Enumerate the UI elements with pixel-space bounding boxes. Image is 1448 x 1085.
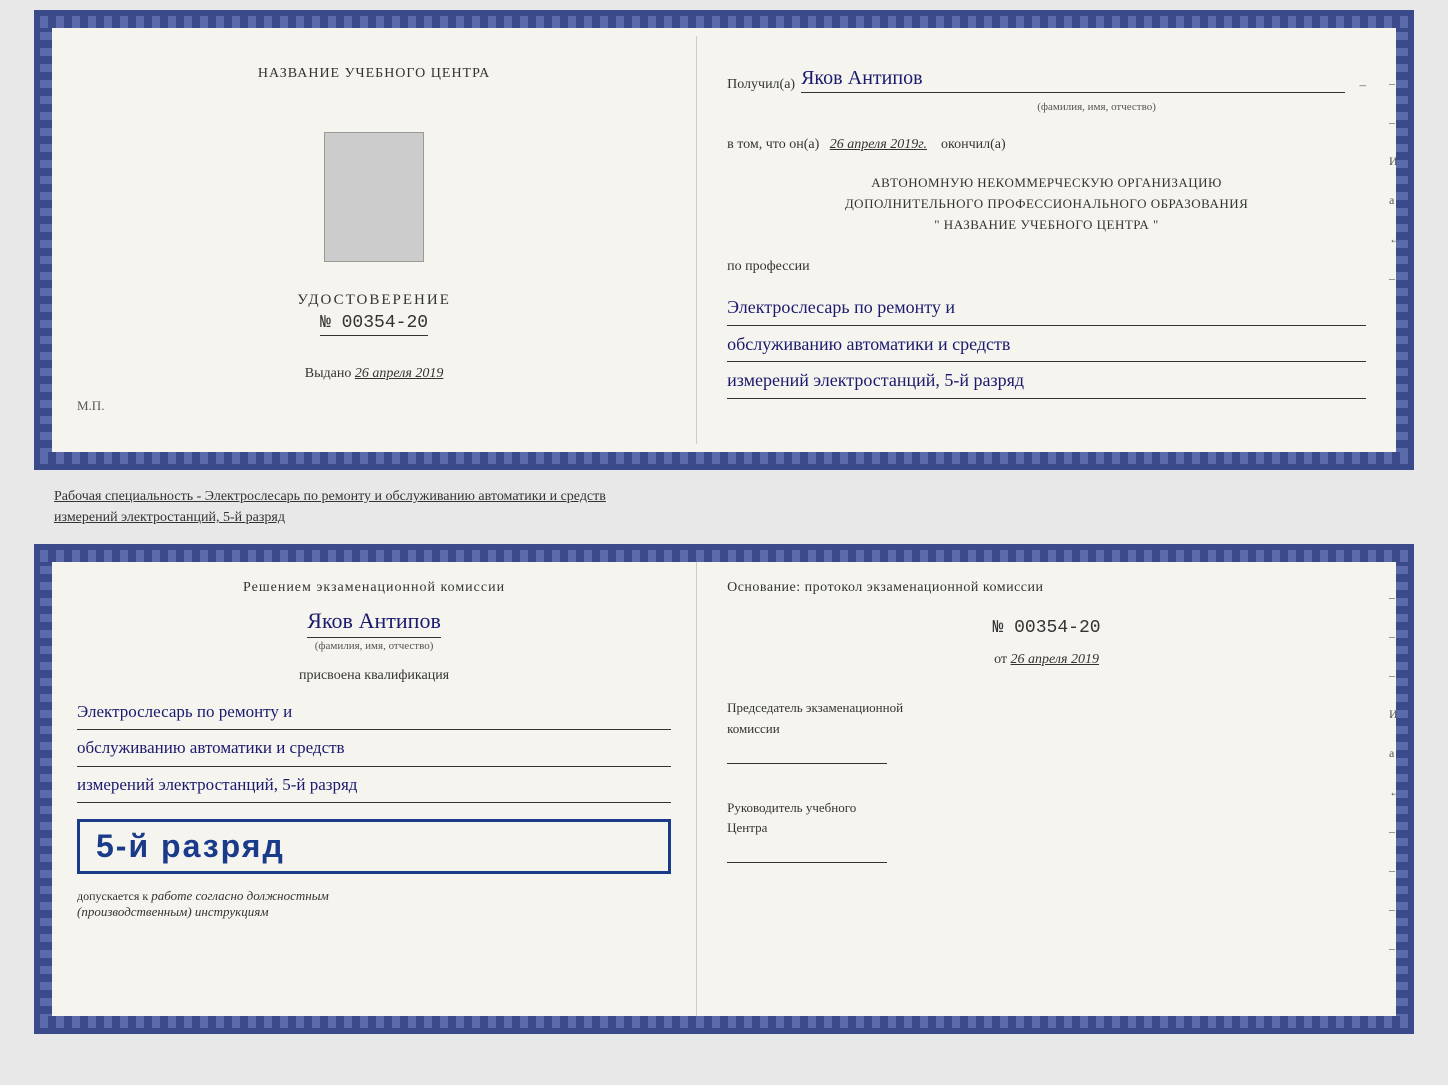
org-line2: ДОПОЛНИТЕЛЬНОГО ПРОФЕССИОНАЛЬНОГО ОБРАЗО…: [727, 194, 1366, 215]
profession-line2: обслуживанию автоматики и средств: [727, 328, 1366, 362]
bottom-name: Яков Антипов: [307, 608, 441, 638]
left-stripe-bottom: [40, 550, 52, 1028]
ot-label: от: [994, 652, 1007, 667]
okonchil-label: окончил(а): [941, 137, 1006, 152]
org-line3: " НАЗВАНИЕ УЧЕБНОГО ЦЕНТРА ": [727, 215, 1366, 236]
predsedatel-title: Председатель экзаменационной: [727, 698, 1366, 719]
cert-bottom: Решением экзаменационной комиссии Яков А…: [34, 544, 1414, 1034]
predsedatel-block: Председатель экзаменационной комиссии: [727, 698, 1366, 768]
rukovoditel-subtitle: Центра: [727, 818, 1366, 839]
side-labels-top: – – И а ← –: [1389, 76, 1401, 286]
resheniem-text: Решением экзаменационной комиссии: [77, 580, 671, 596]
cert-top: НАЗВАНИЕ УЧЕБНОГО ЦЕНТРА УДОСТОВЕРЕНИЕ №…: [34, 10, 1414, 470]
rukovoditel-block: Руководитель учебного Центра: [727, 798, 1366, 868]
profession-line1: Электрослесарь по ремонту и: [727, 291, 1366, 325]
rukovoditel-title: Руководитель учебного: [727, 798, 1366, 819]
side-labels-bottom: – – – И а ← – – – –: [1389, 590, 1401, 956]
po-professii: по профессии: [727, 259, 1366, 275]
org-line1: АВТОНОМНУЮ НЕКОММЕРЧЕСКУЮ ОРГАНИЗАЦИЮ: [727, 173, 1366, 194]
profession-line3: измерений электростанций, 5-й разряд: [727, 364, 1366, 398]
dopuskaetsya-text: допускается к работе согласно должностны…: [77, 888, 671, 920]
qual-line3: измерений электростанций, 5-й разряд: [77, 769, 671, 803]
cert-top-right: Получил(а) Яков Антипов – (фамилия, имя,…: [697, 36, 1396, 444]
predsedatel-signature: [727, 744, 887, 764]
cert-top-left: НАЗВАНИЕ УЧЕБНОГО ЦЕНТРА УДОСТОВЕРЕНИЕ №…: [52, 36, 697, 444]
qual-line1: Электрослесарь по ремонту и: [77, 696, 671, 730]
vtom-label: в том, что он(а): [727, 137, 819, 152]
qualification-hw: Электрослесарь по ремонту и обслуживанию…: [77, 696, 671, 805]
razryad-badge: 5-й разряд: [77, 819, 671, 874]
poluchil-line: Получил(а) Яков Антипов –: [727, 66, 1366, 93]
cert-bottom-right: Основание: протокол экзаменационной коми…: [697, 550, 1396, 1028]
middle-line1: Рабочая специальность - Электрослесарь п…: [54, 486, 1394, 507]
osnovanie-text: Основание: протокол экзаменационной коми…: [727, 580, 1366, 596]
photo-placeholder: [324, 132, 424, 262]
udostoverenie-title: УДОСТОВЕРЕНИЕ: [297, 292, 451, 309]
qual-line2: обслуживанию автоматики и средств: [77, 732, 671, 766]
cert-bottom-inner: Решением экзаменационной комиссии Яков А…: [52, 550, 1396, 1028]
vydano-label: Выдано: [305, 366, 352, 381]
vydano-line: Выдано 26 апреля 2019: [305, 366, 444, 382]
school-name-top: НАЗВАНИЕ УЧЕБНОГО ЦЕНТРА: [258, 66, 490, 82]
name-sublabel-top: (фамилия, имя, отчество): [827, 101, 1366, 113]
protocol-num: № 00354-20: [727, 618, 1366, 638]
left-stripe-top: [40, 16, 52, 464]
ot-date-value: 26 апреля 2019: [1011, 652, 1099, 667]
name-block-bottom: Яков Антипов (фамилия, имя, отчество): [77, 608, 671, 652]
middle-line2: измерений электростанций, 5-й разряд: [54, 507, 1394, 528]
rukovoditel-signature: [727, 843, 887, 863]
recipient-name: Яков Антипов: [801, 66, 1345, 93]
udostoverenie-block: УДОСТОВЕРЕНИЕ № 00354-20: [297, 292, 451, 336]
profession-hw: Электрослесарь по ремонту и обслуживанию…: [727, 291, 1366, 400]
page-wrapper: НАЗВАНИЕ УЧЕБНОГО ЦЕНТРА УДОСТОВЕРЕНИЕ №…: [34, 10, 1414, 1034]
completion-date: 26 апреля 2019г.: [830, 137, 927, 152]
dopuskaetsya-hw: работе согласно должностным: [151, 888, 329, 903]
cert-number: № 00354-20: [320, 313, 428, 336]
ot-date-block: от 26 апреля 2019: [727, 652, 1366, 668]
dopuskaetsya-label: допускается к: [77, 889, 148, 903]
vtom-line: в том, что он(а) 26 апреля 2019г. окончи…: [727, 137, 1366, 153]
cert-bottom-left: Решением экзаменационной комиссии Яков А…: [52, 550, 697, 1028]
org-block: АВТОНОМНУЮ НЕКОММЕРЧЕСКУЮ ОРГАНИЗАЦИЮ ДО…: [727, 173, 1366, 235]
name-sublabel-bottom: (фамилия, имя, отчество): [77, 640, 671, 652]
dopuskaetsya-hw2: (производственным) инструкциям: [77, 904, 269, 919]
vydano-date: 26 апреля 2019: [355, 366, 443, 381]
mp-line: М.П.: [72, 398, 104, 414]
prisvoena-text: присвоена квалификация: [77, 668, 671, 684]
cert-top-inner: НАЗВАНИЕ УЧЕБНОГО ЦЕНТРА УДОСТОВЕРЕНИЕ №…: [52, 16, 1396, 464]
poluchil-label: Получил(а): [727, 77, 795, 93]
predsedatel-subtitle: комиссии: [727, 719, 1366, 740]
middle-text: Рабочая специальность - Электрослесарь п…: [34, 478, 1414, 536]
